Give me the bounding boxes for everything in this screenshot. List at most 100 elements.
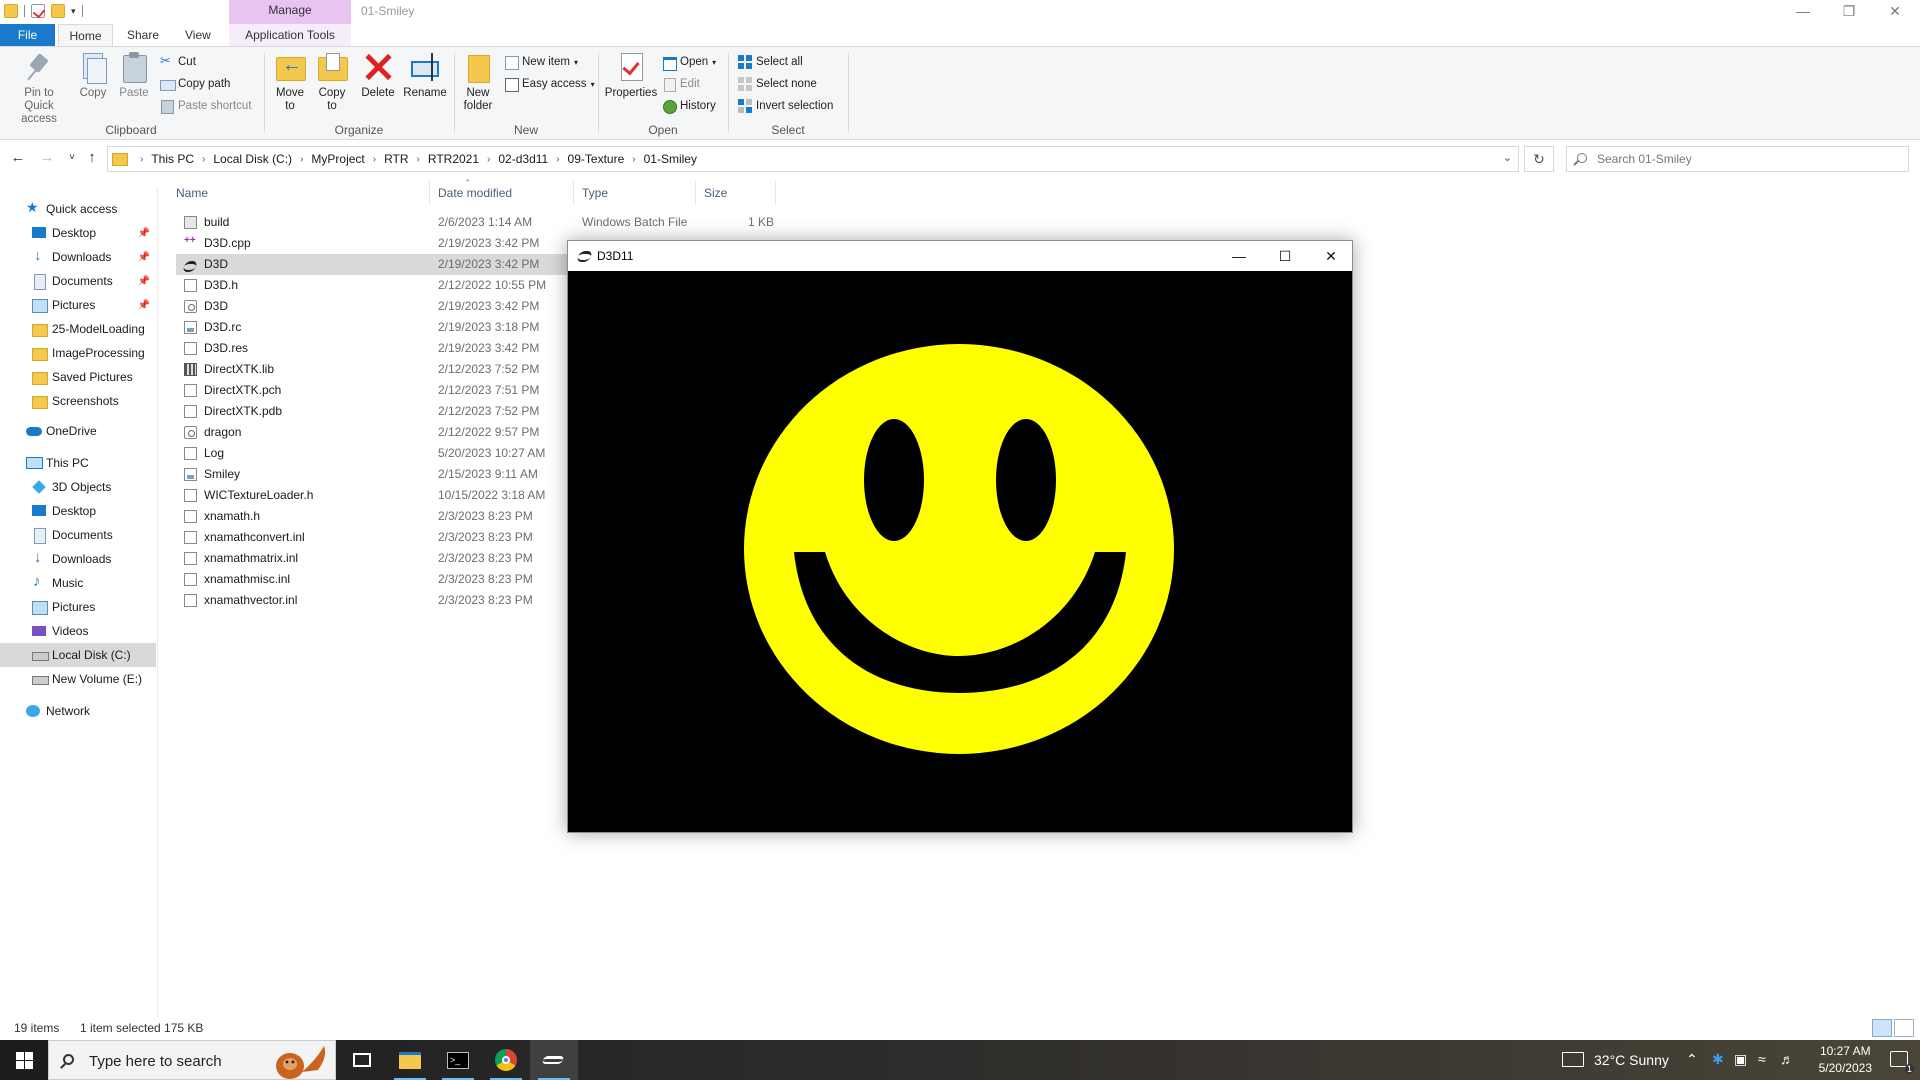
system-clock[interactable]: 10:27 AM 5/20/2023: [1819, 1043, 1872, 1077]
sidebar-item-new-volume-e-[interactable]: New Volume (E:): [0, 667, 156, 691]
notification-center-icon[interactable]: 1: [1890, 1051, 1914, 1074]
edit-button[interactable]: Edit: [662, 75, 700, 93]
paste-button[interactable]: Paste: [116, 51, 152, 100]
sidebar-item-quick-access[interactable]: Quick access: [0, 197, 156, 221]
select-all-button[interactable]: Select all: [738, 53, 803, 71]
d3d11-close-button[interactable]: ✕: [1308, 241, 1354, 271]
bluetooth-icon[interactable]: ✱: [1712, 1051, 1724, 1080]
properties-icon[interactable]: [31, 4, 45, 18]
sidebar-item-25-modelloading[interactable]: 25-ModelLoading: [0, 317, 156, 341]
start-button[interactable]: [0, 1040, 48, 1080]
forward-button[interactable]: →: [37, 149, 57, 166]
history-button[interactable]: History: [662, 97, 716, 115]
customize-toolbar-chevron-icon[interactable]: ▾: [71, 6, 76, 17]
chevron-down-icon[interactable]: ⌄: [1503, 151, 1512, 164]
properties-button[interactable]: Properties: [602, 51, 660, 100]
tab-view[interactable]: View: [173, 24, 223, 46]
breadcrumb-separator-icon[interactable]: ›: [373, 154, 376, 165]
move-to-button[interactable]: Move to: [270, 51, 310, 113]
column-header-date[interactable]: Date modified: [430, 181, 574, 205]
taskbar-d3d11-app[interactable]: [530, 1040, 578, 1080]
breadcrumb-item[interactable]: This PC: [151, 152, 194, 166]
taskbar-chrome[interactable]: [482, 1040, 530, 1080]
render-canvas[interactable]: [568, 271, 1352, 832]
large-icons-view-button[interactable]: [1894, 1019, 1914, 1037]
back-button[interactable]: ←: [8, 149, 28, 166]
sidebar-item-this-pc[interactable]: This PC: [0, 451, 156, 475]
column-header-size[interactable]: Size: [696, 181, 776, 205]
manage-context-tab[interactable]: Manage: [229, 0, 351, 24]
column-header-name[interactable]: Name: [168, 181, 430, 205]
sidebar-item-documents[interactable]: Documents: [0, 523, 156, 547]
d3d11-minimize-button[interactable]: —: [1216, 241, 1262, 271]
minimize-button[interactable]: —: [1780, 0, 1826, 24]
rename-button[interactable]: Rename: [402, 51, 448, 100]
breadcrumb-separator-icon[interactable]: ›: [140, 154, 143, 165]
new-folder-icon[interactable]: [51, 4, 65, 18]
sidebar-item-desktop[interactable]: Desktop 📌: [0, 221, 156, 245]
refresh-button[interactable]: ↻: [1524, 146, 1554, 172]
d3d11-title-bar[interactable]: D3D11 — ☐ ✕: [568, 241, 1352, 271]
invert-selection-button[interactable]: Invert selection: [738, 97, 833, 115]
sidebar-item-3d-objects[interactable]: 3D Objects: [0, 475, 156, 499]
breadcrumb-separator-icon[interactable]: ›: [487, 154, 490, 165]
sidebar-item-documents[interactable]: Documents 📌: [0, 269, 156, 293]
easy-access-button[interactable]: Easy access ▾: [504, 75, 595, 93]
tab-application-tools[interactable]: Application Tools: [229, 24, 351, 46]
sidebar-item-screenshots[interactable]: Screenshots: [0, 389, 156, 413]
volume-icon[interactable]: ♬: [1780, 1051, 1794, 1080]
breadcrumb-item[interactable]: 02-d3d11: [498, 152, 548, 166]
restore-button[interactable]: ❐: [1826, 0, 1872, 24]
breadcrumb-item[interactable]: Local Disk (C:): [213, 152, 292, 166]
taskbar-file-explorer[interactable]: [386, 1040, 434, 1080]
paste-shortcut-button[interactable]: Paste shortcut: [160, 97, 252, 115]
cut-button[interactable]: Cut: [160, 53, 196, 71]
breadcrumb-separator-icon[interactable]: ›: [417, 154, 420, 165]
show-hidden-icons-icon[interactable]: ⌃: [1686, 1051, 1698, 1080]
wifi-icon[interactable]: ≈: [1758, 1051, 1766, 1080]
breadcrumb-separator-icon[interactable]: ›: [556, 154, 559, 165]
breadcrumb-separator-icon[interactable]: ›: [632, 154, 635, 165]
column-header-type[interactable]: Type: [574, 181, 696, 205]
details-view-button[interactable]: [1872, 1019, 1892, 1037]
select-none-button[interactable]: Select none: [738, 75, 817, 93]
display-icon[interactable]: ▣: [1734, 1051, 1747, 1080]
address-bar[interactable]: › This PC › Local Disk (C:) › MyProject › RTR › R…: [107, 146, 1519, 172]
recent-locations-button[interactable]: ˅: [62, 152, 82, 163]
tab-share[interactable]: Share: [115, 24, 171, 46]
open-button[interactable]: Open ▾: [662, 53, 716, 71]
sidebar-item-videos[interactable]: Videos: [0, 619, 156, 643]
d3d11-maximize-button[interactable]: ☐: [1262, 241, 1308, 271]
sidebar-item-pictures[interactable]: Pictures 📌: [0, 293, 156, 317]
breadcrumb-item[interactable]: 09-Texture: [568, 152, 625, 166]
sidebar-item-desktop[interactable]: Desktop: [0, 499, 156, 523]
up-button[interactable]: ↑: [82, 149, 102, 166]
sidebar-item-local-disk-c-[interactable]: Local Disk (C:): [0, 643, 156, 667]
weather-text[interactable]: 32°C Sunny: [1594, 1052, 1669, 1080]
copy-button[interactable]: Copy: [76, 51, 110, 100]
breadcrumb-item[interactable]: RTR: [384, 152, 408, 166]
task-view-button[interactable]: [338, 1040, 386, 1080]
delete-button[interactable]: Delete: [358, 51, 398, 100]
close-button[interactable]: ✕: [1872, 0, 1918, 24]
tab-home[interactable]: Home: [58, 24, 113, 46]
sidebar-item-onedrive[interactable]: OneDrive: [0, 419, 156, 443]
table-row[interactable]: build 2/6/2023 1:14 AM Windows Batch File 1…: [176, 212, 774, 233]
pin-to-quick-access-button[interactable]: Pin to Quick access: [4, 51, 74, 126]
sidebar-item-music[interactable]: Music: [0, 571, 156, 595]
sidebar-item-imageprocessing[interactable]: ImageProcessing: [0, 341, 156, 365]
breadcrumb-item[interactable]: MyProject: [311, 152, 364, 166]
new-folder-button[interactable]: New folder: [456, 51, 500, 113]
copy-path-button[interactable]: Copy path: [160, 75, 230, 93]
sidebar-item-saved-pictures[interactable]: Saved Pictures: [0, 365, 156, 389]
breadcrumb-item[interactable]: RTR2021: [428, 152, 479, 166]
sidebar-item-network[interactable]: Network: [0, 699, 156, 723]
taskbar-command-prompt[interactable]: >_: [434, 1040, 482, 1080]
breadcrumb-item[interactable]: 01-Smiley: [644, 152, 697, 166]
breadcrumb-separator-icon[interactable]: ›: [300, 154, 303, 165]
sidebar-item-downloads[interactable]: Downloads 📌: [0, 245, 156, 269]
new-item-button[interactable]: New item ▾: [504, 53, 578, 71]
copy-to-button[interactable]: Copy to: [312, 51, 352, 113]
breadcrumb-separator-icon[interactable]: ›: [202, 154, 205, 165]
search-highlight-orangutan-icon[interactable]: [266, 1042, 332, 1080]
